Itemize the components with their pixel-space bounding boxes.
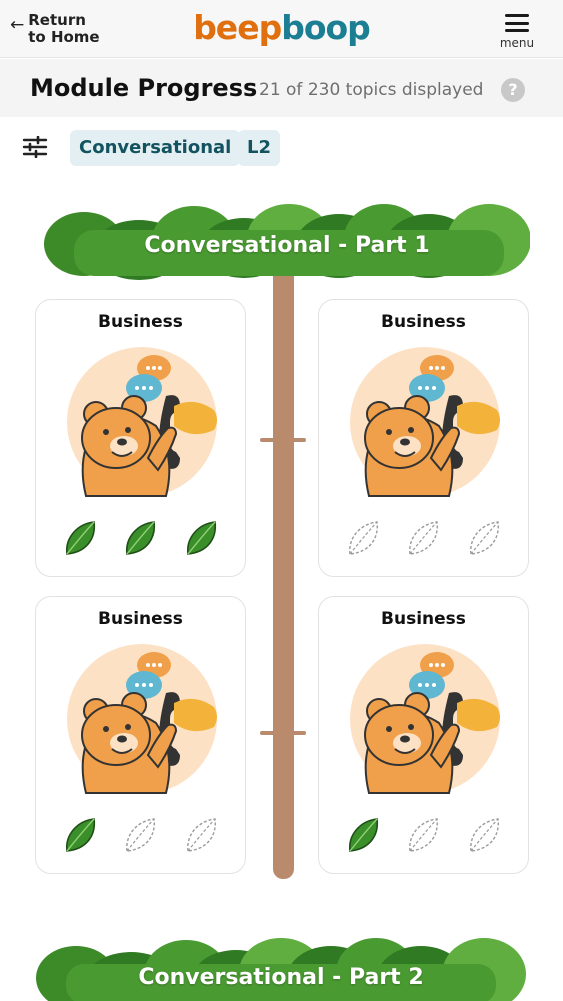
menu-icon (505, 14, 529, 32)
leaf-icon-empty (469, 521, 499, 555)
logo-boop: boop (281, 8, 371, 47)
leaf-icon-complete (126, 521, 156, 555)
topic-progress-leaves (319, 817, 528, 855)
topic-card-title: Business (98, 609, 183, 629)
tree-branch (260, 731, 306, 735)
leaf-icon-empty (186, 818, 216, 852)
leaf-icon-complete (66, 521, 96, 555)
page-title: Module Progress (30, 74, 258, 102)
progress-header: Module Progress 21 of 230 topics display… (0, 59, 563, 117)
filter-chip-level[interactable]: L2 (238, 130, 280, 166)
topic-progress-leaves (319, 520, 528, 558)
leaf-icon-complete (349, 818, 379, 852)
quokka-phone-illustration (66, 346, 218, 498)
tree-branch (260, 438, 306, 442)
topic-card-title: Business (98, 312, 183, 332)
topic-card-title: Business (381, 609, 466, 629)
topic-card[interactable]: Business (35, 299, 246, 577)
topics-count: 21 of 230 topics displayed (259, 80, 484, 100)
leaf-icon-complete (186, 521, 216, 555)
leaf-icon-empty (469, 818, 499, 852)
quokka-phone-illustration (349, 643, 501, 795)
section-title: Conversational - Part 1 (144, 233, 430, 258)
top-bar: ← Return to Home beepboop menu (0, 0, 563, 58)
section-canopy-part-2[interactable]: Conversational - Part 2 (36, 932, 526, 1001)
topic-card[interactable]: Business (35, 596, 246, 874)
leaf-icon-empty (409, 818, 439, 852)
logo-beep: beep (193, 8, 282, 47)
section-canopy-part-1[interactable]: Conversational - Part 1 (44, 200, 531, 280)
leaf-icon-complete (66, 818, 96, 852)
leaf-icon-empty (409, 521, 439, 555)
section-title: Conversational - Part 2 (138, 965, 424, 990)
filter-sliders-icon[interactable] (22, 136, 48, 158)
leaf-icon-empty (126, 818, 156, 852)
menu-button[interactable]: menu (497, 14, 537, 50)
help-icon[interactable]: ? (501, 78, 525, 102)
topic-progress-leaves (36, 520, 245, 558)
tree-trunk (273, 258, 294, 879)
quokka-phone-illustration (66, 643, 218, 795)
topic-card[interactable]: Business (318, 299, 529, 577)
menu-label: menu (499, 36, 535, 50)
quokka-phone-illustration (349, 346, 501, 498)
topic-progress-leaves (36, 817, 245, 855)
filter-chip-conversational[interactable]: Conversational (70, 130, 241, 166)
topic-card-title: Business (381, 312, 466, 332)
topic-card[interactable]: Business (318, 596, 529, 874)
leaf-icon-empty (349, 521, 379, 555)
app-logo: beepboop (0, 8, 563, 47)
